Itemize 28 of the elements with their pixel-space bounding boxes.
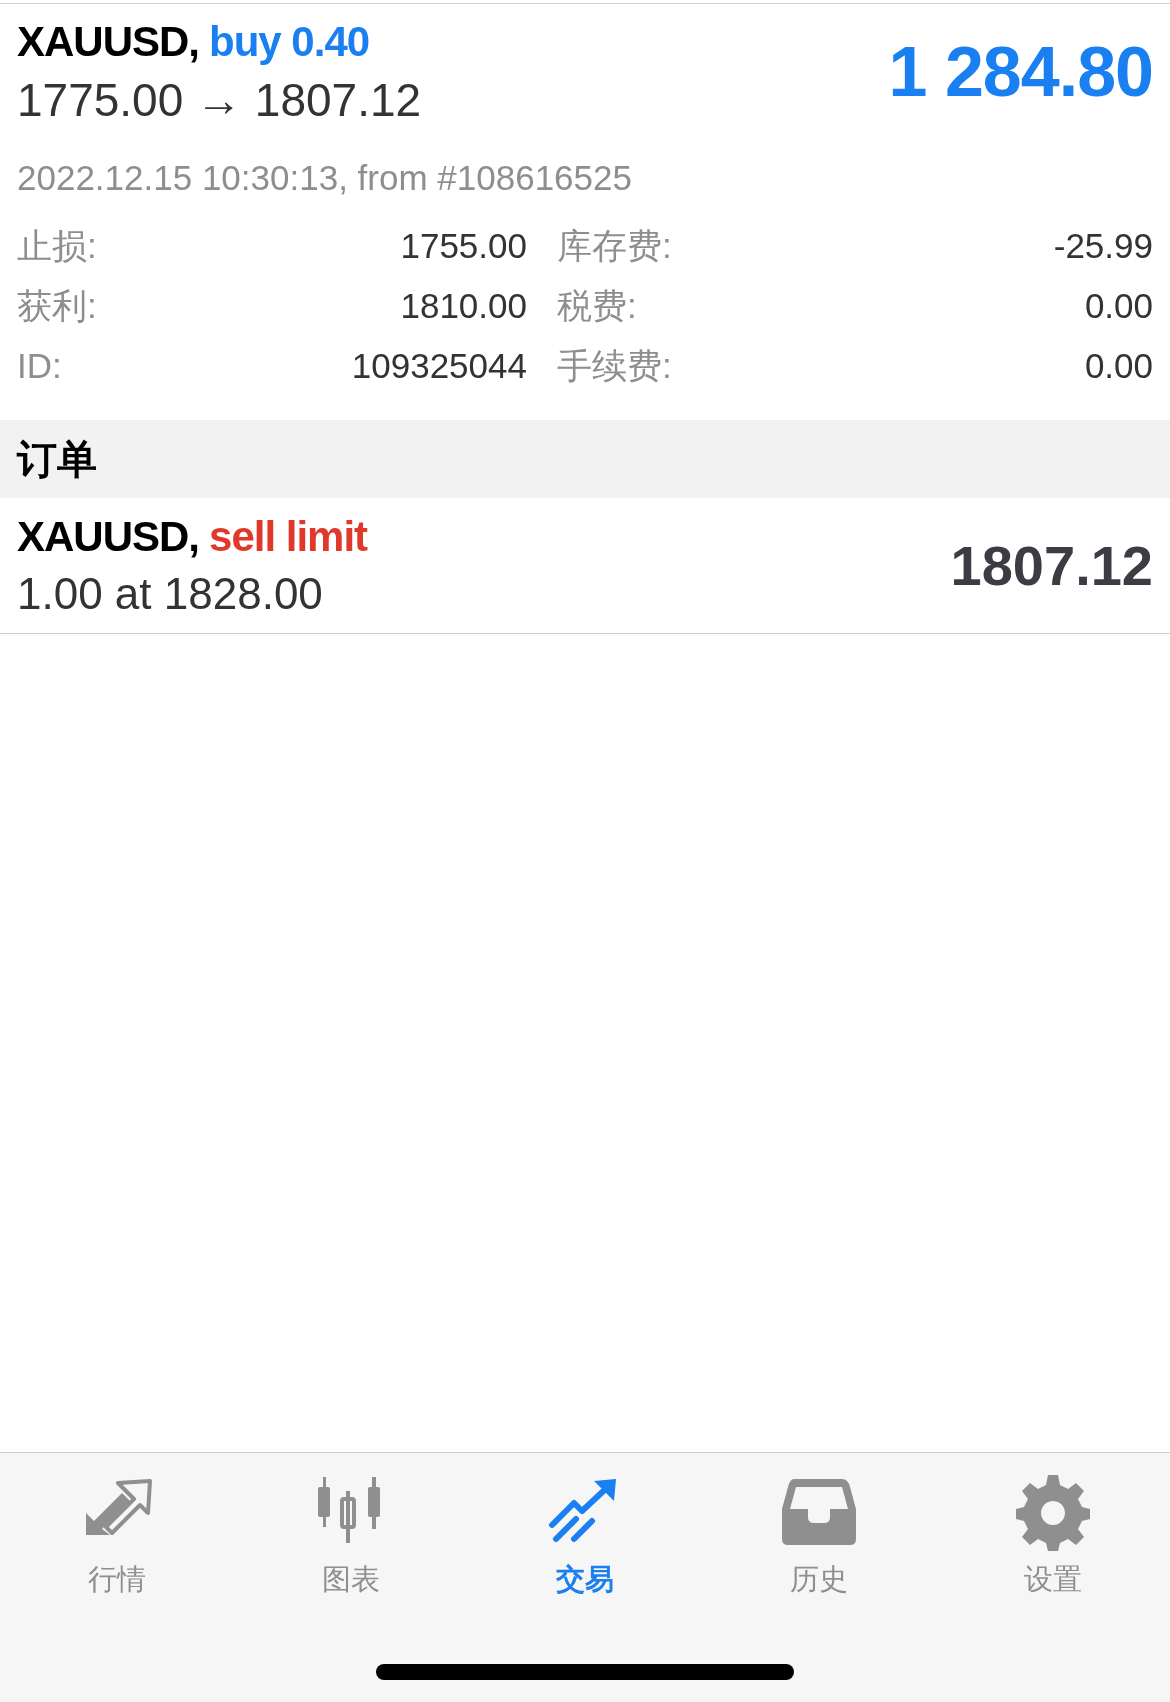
symbol-label: XAUUSD, bbox=[17, 17, 200, 67]
tab-item[interactable]: 行情 bbox=[0, 1473, 234, 1597]
detail-label: 库存费: bbox=[556, 225, 673, 267]
tab-item[interactable]: 历史 bbox=[702, 1473, 936, 1597]
detail-value: 1755.00 bbox=[399, 225, 527, 267]
settings-icon bbox=[1014, 1473, 1092, 1551]
order-detail: 1.00 at 1828.00 bbox=[17, 567, 324, 620]
detail-value: 1810.00 bbox=[399, 285, 527, 327]
open-time: 2022.12.15 10:30:13, from #108616525 bbox=[17, 157, 633, 199]
current-price: 1807.12 bbox=[950, 532, 1153, 599]
symbol-label: XAUUSD, bbox=[17, 511, 200, 562]
price-range: 1775.00 → 1807.12 bbox=[17, 73, 422, 128]
detail-label: 税费: bbox=[556, 285, 638, 327]
detail-value: 0.00 bbox=[1083, 345, 1153, 387]
section-header: 订单 bbox=[17, 436, 97, 483]
tab-item[interactable]: 图表 bbox=[234, 1473, 468, 1597]
profit-value: 1 284.80 bbox=[888, 31, 1153, 113]
tab-item[interactable]: 设置 bbox=[936, 1473, 1170, 1597]
detail-label: 手续费: bbox=[556, 345, 673, 387]
detail-label: ID: bbox=[17, 345, 63, 387]
detail-value: 0.00 bbox=[1083, 285, 1153, 327]
detail-value: 109325044 bbox=[350, 345, 527, 387]
order-type: sell limit bbox=[209, 511, 368, 562]
detail-value: -25.99 bbox=[1052, 225, 1153, 267]
tab-item[interactable]: 交易 bbox=[468, 1473, 702, 1597]
detail-label: 获利: bbox=[17, 285, 98, 327]
detail-label: 止损: bbox=[17, 225, 98, 267]
trade-type: buy 0.40 bbox=[209, 17, 370, 67]
